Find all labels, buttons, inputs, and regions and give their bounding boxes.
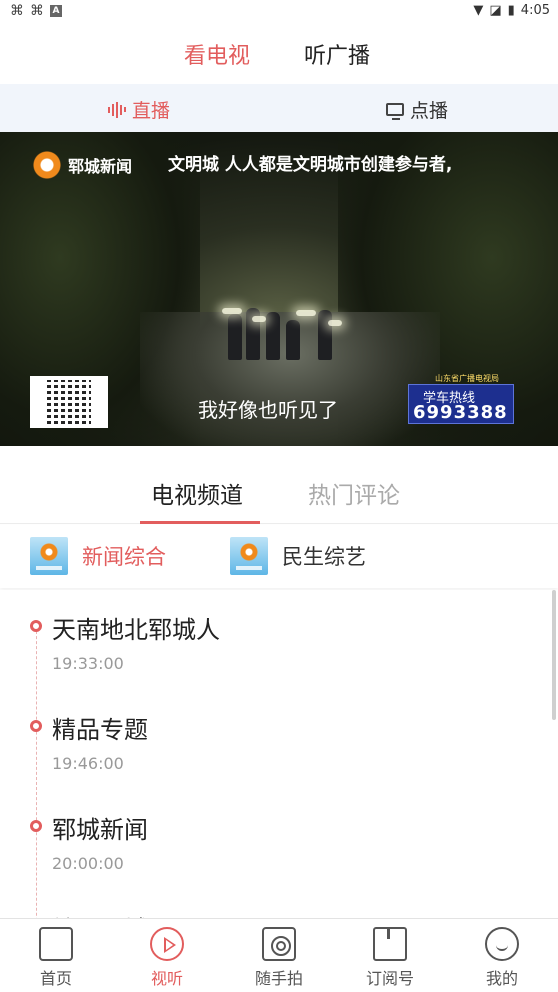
tv-icon bbox=[386, 103, 404, 120]
tab-on-demand-label: 点播 bbox=[410, 100, 449, 122]
channel-livelihood[interactable]: 民生综艺 bbox=[230, 537, 366, 575]
video-people bbox=[222, 290, 352, 360]
top-tabs: 看电视 听广播 bbox=[0, 24, 558, 84]
camera-icon bbox=[262, 927, 296, 961]
program-time: 19:46:00 bbox=[52, 754, 124, 773]
status-time: 4:05 bbox=[520, 3, 550, 18]
status-right-icons: ▼ ◪ ▮ 4:05 bbox=[473, 3, 550, 18]
scrollbar[interactable] bbox=[552, 590, 556, 720]
station-logo-mark bbox=[30, 150, 64, 180]
live-bars-icon bbox=[108, 101, 126, 118]
nav-label: 订阅号 bbox=[365, 969, 414, 988]
hotline-number: 6993388 bbox=[413, 402, 508, 423]
channel-name: 民生综艺 bbox=[282, 545, 366, 569]
channel-name: 新闻综合 bbox=[82, 545, 166, 569]
channel-logo-icon bbox=[230, 537, 268, 575]
nav-snapshot[interactable]: 随手拍 bbox=[239, 927, 319, 989]
tab-hot-comments[interactable]: 热门评论 bbox=[308, 476, 400, 510]
nav-subscriptions[interactable]: 订阅号 bbox=[350, 927, 430, 989]
signal-off-icon: ◪ bbox=[489, 3, 502, 18]
tab-live-label: 直播 bbox=[132, 100, 171, 122]
hotline-caption: 山东省广播电视局 bbox=[435, 374, 499, 383]
program-title: 天南地北郓城人 bbox=[52, 616, 220, 644]
nav-video[interactable]: 视听 bbox=[127, 927, 207, 989]
bottom-nav: 首页 视听 随手拍 订阅号 我的 bbox=[0, 918, 558, 992]
channel-logo-icon bbox=[30, 537, 68, 575]
wifi-icon: ▼ bbox=[473, 3, 484, 18]
channel-news[interactable]: 新闻综合 bbox=[30, 537, 166, 575]
hotline-banner: 山东省广播电视局 学车热线 6993388 bbox=[408, 374, 514, 424]
status-bar: ⌘ ⌘ A ▼ ◪ ▮ 4:05 bbox=[0, 0, 558, 24]
tab-on-demand[interactable]: 点播 bbox=[386, 96, 448, 123]
station-logo: 郓城新闻 bbox=[30, 150, 132, 180]
program-item[interactable]: 精品专题 19:46:00 bbox=[0, 690, 558, 790]
profile-icon bbox=[485, 927, 519, 961]
program-title: 精品专题 bbox=[52, 716, 148, 744]
timeline-dot bbox=[30, 820, 42, 832]
program-item[interactable]: 天南地北郓城人 19:33:00 bbox=[0, 590, 558, 690]
program-title: 精彩郓城 bbox=[52, 910, 148, 918]
battery-icon: ▮ bbox=[507, 3, 515, 18]
nav-home[interactable]: 首页 bbox=[16, 927, 96, 989]
a-icon: A bbox=[50, 5, 62, 17]
notification-icon: ⌘ bbox=[10, 3, 24, 19]
bookmark-icon bbox=[373, 927, 407, 961]
nav-profile[interactable]: 我的 bbox=[462, 927, 542, 989]
program-item[interactable]: 郓城新闻 20:00:00 bbox=[0, 790, 558, 890]
qr-code bbox=[30, 376, 108, 428]
video-player[interactable]: 郓城新闻 文明城 人人都是文明城市创建参与者, 我好像也听见了 山东省广播电视局… bbox=[0, 132, 558, 446]
tab-tv-channels[interactable]: 电视频道 bbox=[151, 476, 243, 510]
program-title: 郓城新闻 bbox=[52, 816, 148, 844]
program-item[interactable]: 精彩郓城 bbox=[0, 890, 558, 918]
home-icon bbox=[39, 927, 73, 961]
channel-tabs: 电视频道 热门评论 bbox=[0, 446, 558, 524]
tab-listen-radio[interactable]: 听广播 bbox=[304, 38, 370, 70]
program-time: 19:33:00 bbox=[52, 654, 124, 673]
nav-label: 视听 bbox=[150, 969, 183, 988]
nav-label: 首页 bbox=[39, 969, 72, 988]
status-left-icons: ⌘ ⌘ A bbox=[10, 3, 62, 19]
notification-icon: ⌘ bbox=[30, 3, 44, 19]
program-schedule: 天南地北郓城人 19:33:00 精品专题 19:46:00 郓城新闻 20:0… bbox=[0, 590, 558, 918]
station-logo-text: 郓城新闻 bbox=[68, 157, 133, 176]
program-time: 20:00:00 bbox=[52, 854, 124, 873]
tab-watch-tv[interactable]: 看电视 bbox=[184, 38, 250, 70]
channel-list: 新闻综合 民生综艺 bbox=[0, 525, 558, 588]
play-icon bbox=[150, 927, 184, 961]
video-subtitle: 我好像也听见了 bbox=[198, 398, 338, 422]
nav-label: 我的 bbox=[485, 969, 518, 988]
news-ticker: 文明城 人人都是文明城市创建参与者, bbox=[168, 155, 453, 175]
nav-label: 随手拍 bbox=[254, 969, 303, 988]
active-tab-indicator bbox=[140, 521, 260, 524]
sub-tabs: 直播 点播 bbox=[0, 84, 558, 132]
timeline-dot bbox=[30, 620, 42, 632]
timeline-dot bbox=[30, 720, 42, 732]
tab-live[interactable]: 直播 bbox=[108, 96, 170, 123]
